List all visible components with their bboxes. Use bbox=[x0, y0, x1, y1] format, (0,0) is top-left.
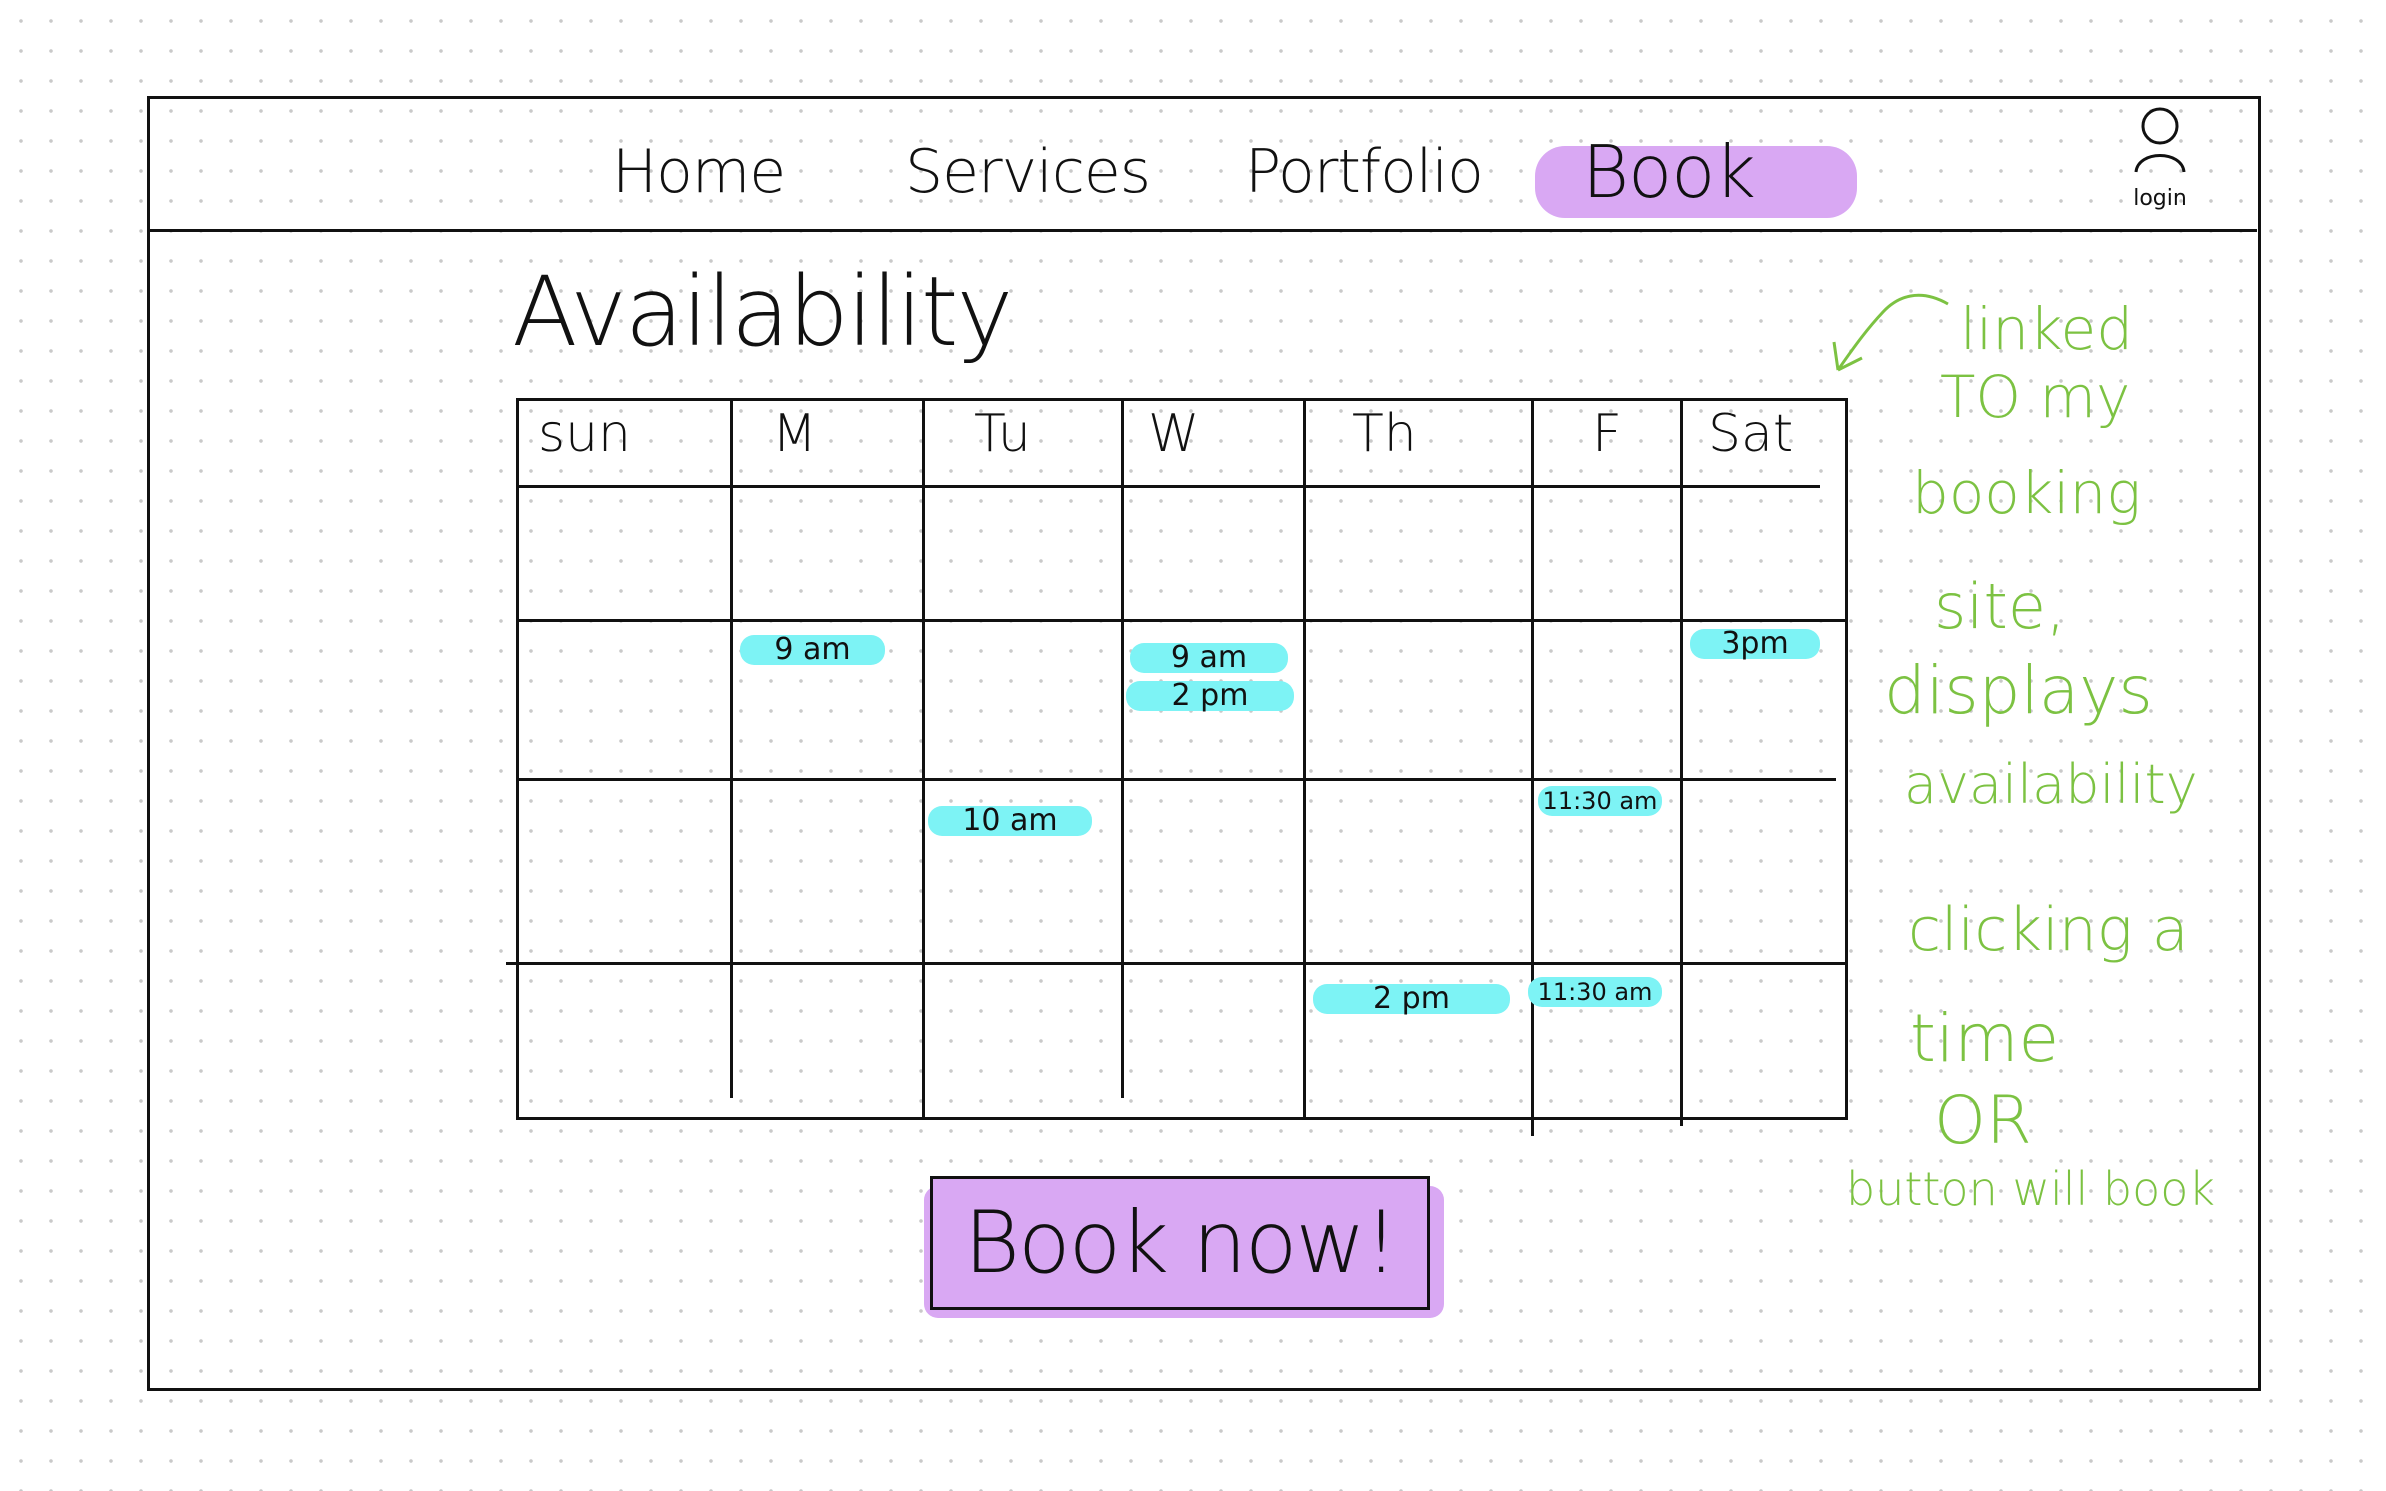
annotation-note-line: booking bbox=[1912, 459, 2142, 527]
calendar-divider bbox=[730, 398, 733, 1098]
calendar-divider bbox=[1680, 398, 1683, 1126]
annotation-arrow-icon bbox=[1832, 293, 1949, 372]
annotation-note-line: time bbox=[1910, 1000, 2060, 1077]
calendar-row-divider bbox=[516, 778, 1836, 781]
annotation-note-line: linked bbox=[1960, 295, 2134, 363]
calendar-divider bbox=[1303, 398, 1306, 1120]
annotation-note-line: clicking a bbox=[1908, 895, 2189, 965]
time-slot-mon-9am[interactable]: 9 am bbox=[740, 635, 885, 665]
annotation-note-line: TO my bbox=[1940, 363, 2131, 431]
calendar-divider bbox=[1121, 398, 1124, 1098]
annotation-note-line: OR bbox=[1934, 1082, 2032, 1159]
nav-book[interactable]: Book bbox=[1582, 136, 1756, 208]
calendar-divider bbox=[922, 398, 925, 1120]
user-icon bbox=[2134, 107, 2186, 173]
calendar-header-divider bbox=[516, 485, 1820, 488]
annotation-note-line: displays bbox=[1884, 652, 2153, 729]
availability-calendar bbox=[516, 398, 1848, 1120]
top-navbar bbox=[147, 96, 2257, 232]
time-slot-wed-9am[interactable]: 9 am bbox=[1130, 643, 1288, 673]
day-header-mon: M bbox=[772, 404, 817, 464]
annotation-note-line: site, bbox=[1934, 570, 2066, 643]
time-slot-thu-2pm[interactable]: 2 pm bbox=[1313, 984, 1510, 1014]
day-header-tue: Tu bbox=[974, 404, 1031, 464]
annotation-note-line: availability bbox=[1904, 753, 2198, 816]
nav-services[interactable]: Services bbox=[905, 142, 1151, 202]
time-slot-tue-10am[interactable]: 10 am bbox=[928, 806, 1092, 836]
day-header-wed: W bbox=[1148, 404, 1200, 464]
calendar-divider bbox=[1531, 398, 1534, 1136]
book-now-button[interactable]: Book now! bbox=[930, 1176, 1430, 1310]
day-header-sat: Sat bbox=[1708, 404, 1794, 464]
day-header-thu: Th bbox=[1352, 404, 1417, 464]
time-slot-fri-1130am[interactable]: 11:30 am bbox=[1538, 786, 1662, 816]
login-button[interactable]: login bbox=[2120, 104, 2200, 224]
page-title: Availability bbox=[512, 256, 1013, 368]
nav-home[interactable]: Home bbox=[612, 142, 786, 202]
login-label: login bbox=[2133, 186, 2187, 211]
nav-portfolio[interactable]: Portfolio bbox=[1245, 142, 1484, 202]
day-header-sun: sun bbox=[538, 404, 632, 464]
annotation-note-line: button will book bbox=[1846, 1162, 2216, 1216]
time-slot-fri-1130am-2[interactable]: 11:30 am bbox=[1528, 977, 1662, 1007]
calendar-row-divider bbox=[516, 619, 1848, 622]
day-header-fri: F bbox=[1592, 404, 1622, 464]
calendar-row-divider bbox=[506, 962, 1848, 965]
time-slot-sat-3pm[interactable]: 3pm bbox=[1690, 629, 1820, 659]
time-slot-wed-2pm[interactable]: 2 pm bbox=[1126, 681, 1294, 711]
